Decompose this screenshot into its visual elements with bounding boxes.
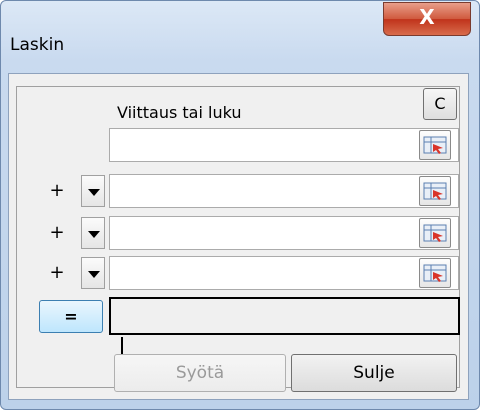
operand-input-3[interactable] [109, 256, 459, 290]
operand-input-2[interactable] [109, 216, 459, 250]
insert-button[interactable]: Syötä [114, 354, 286, 392]
reference-picker-button[interactable] [419, 130, 451, 160]
close-icon: X [419, 5, 435, 29]
operand-picker-button-3[interactable] [419, 258, 451, 288]
operand-picker-button-1[interactable] [419, 176, 451, 206]
range-picker-icon [423, 224, 447, 242]
close-button[interactable]: Sulje [291, 354, 457, 392]
operand-input-1[interactable] [109, 174, 459, 208]
operator-label: + [49, 180, 65, 201]
reference-input-0[interactable] [109, 128, 459, 162]
range-picker-icon [423, 182, 447, 200]
range-picker-icon [423, 136, 447, 154]
operator-label: + [49, 222, 65, 243]
operand-picker-button-2[interactable] [419, 218, 451, 248]
result-field [109, 297, 460, 335]
window-title: Laskin [10, 35, 65, 55]
reference-label: Viittaus tai luku [117, 103, 242, 122]
window-close-button[interactable]: X [383, 2, 471, 36]
range-picker-icon [423, 264, 447, 282]
operator-dropdown[interactable] [81, 257, 105, 289]
operator-dropdown[interactable] [81, 217, 105, 249]
equals-button[interactable]: = [39, 300, 103, 333]
operator-dropdown[interactable] [81, 175, 105, 207]
operator-label: + [49, 262, 65, 283]
clear-button[interactable]: C [423, 88, 457, 120]
